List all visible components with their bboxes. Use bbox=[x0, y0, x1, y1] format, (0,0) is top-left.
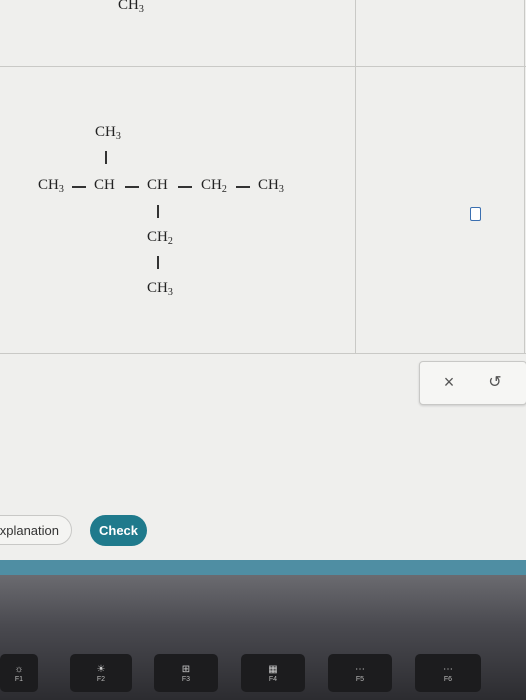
column-divider bbox=[355, 0, 356, 353]
bond-c3-c4 bbox=[178, 186, 192, 188]
clear-button[interactable]: × bbox=[438, 371, 460, 393]
key-f4[interactable]: ▦ F4 bbox=[241, 654, 305, 692]
launchpad-icon: ▦ bbox=[268, 663, 278, 675]
chain-c4: CH2 bbox=[201, 177, 227, 195]
chain-c5: CH3 bbox=[258, 177, 284, 195]
answer-input-box[interactable] bbox=[470, 207, 481, 221]
branch-down-ch2: CH2 bbox=[147, 229, 173, 247]
key-f1[interactable]: ☼ F1 bbox=[0, 654, 38, 692]
brightness-down-icon: ☼ bbox=[14, 663, 24, 675]
app-screen: CH3 CH3 CH3 CH CH CH2 CH3 CH2 CH3 × ↺ xp… bbox=[0, 0, 526, 560]
chain-c3: CH bbox=[147, 177, 168, 193]
keyboard-light-down-icon: ⋯ bbox=[355, 663, 365, 675]
key-f6[interactable]: ⋯ F6 bbox=[415, 654, 481, 692]
key-f2[interactable]: ☀ F2 bbox=[70, 654, 132, 692]
question-row bbox=[0, 66, 526, 354]
key-label: F1 bbox=[14, 675, 24, 683]
key-label: F5 bbox=[355, 675, 365, 683]
branch-down-ch3: CH3 bbox=[147, 280, 173, 298]
brightness-up-icon: ☀ bbox=[96, 663, 106, 675]
bond-vertical-top bbox=[105, 151, 107, 164]
bond-vertical-down-2 bbox=[157, 256, 159, 269]
close-icon: × bbox=[443, 371, 455, 392]
key-label: F2 bbox=[96, 675, 106, 683]
key-label: F6 bbox=[443, 675, 453, 683]
bond-vertical-down-1 bbox=[157, 205, 159, 218]
formula-top-cut: CH3 bbox=[118, 0, 144, 15]
key-f3[interactable]: ⊞ F3 bbox=[154, 654, 218, 692]
key-label: F4 bbox=[268, 675, 278, 683]
bond-c4-c5 bbox=[236, 186, 250, 188]
undo-icon: ↺ bbox=[488, 374, 502, 391]
mission-control-icon: ⊞ bbox=[181, 663, 191, 675]
top-cell-row: CH3 bbox=[0, 0, 526, 67]
branch-top-ch3: CH3 bbox=[95, 124, 121, 142]
table-right-edge bbox=[524, 0, 525, 353]
explanation-button[interactable]: xplanation bbox=[0, 515, 72, 545]
bond-c2-c3 bbox=[125, 186, 139, 188]
keyboard-light-up-icon: ⋯ bbox=[443, 663, 453, 675]
check-button[interactable]: Check bbox=[90, 515, 147, 546]
chain-c1: CH3 bbox=[38, 177, 64, 195]
screen-bezel bbox=[0, 560, 526, 575]
key-f5[interactable]: ⋯ F5 bbox=[328, 654, 392, 692]
answer-tools-panel: × ↺ bbox=[419, 361, 526, 405]
undo-button[interactable]: ↺ bbox=[484, 371, 506, 393]
key-label: F3 bbox=[181, 675, 191, 683]
chain-c2: CH bbox=[94, 177, 115, 193]
bond-c1-c2 bbox=[72, 186, 86, 188]
